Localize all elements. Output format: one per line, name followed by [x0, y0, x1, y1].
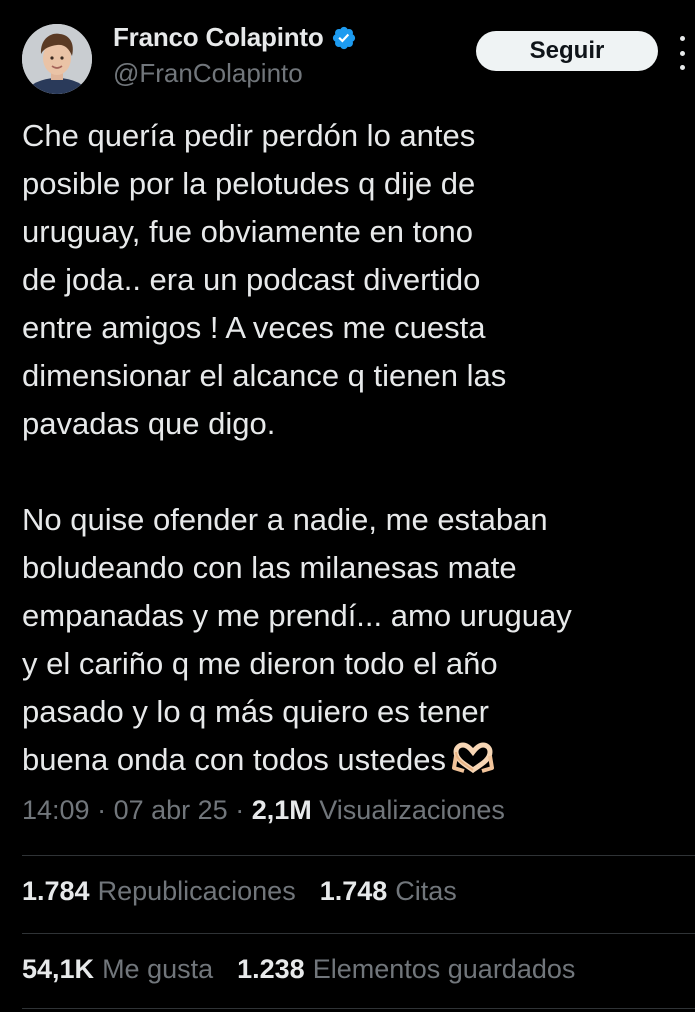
tweet-line: dimensionar el alcance q tienen las: [22, 358, 507, 393]
tweet-line: uruguay, fue obviamente en tono: [22, 214, 473, 249]
divider: [22, 855, 695, 856]
likes-stat[interactable]: 54,1K Me gusta: [22, 954, 213, 985]
follow-button[interactable]: Seguir: [476, 31, 658, 71]
tweet-line: entre amigos ! A veces me cuesta: [22, 310, 486, 345]
more-dot: [679, 65, 685, 70]
tweet-meta: 14:09 · 07 abr 25 · 2,1M Visualizaciones: [22, 795, 505, 826]
reposts-stat[interactable]: 1.784 Republicaciones: [22, 876, 296, 907]
bookmarks-label: Elementos guardados: [312, 954, 576, 984]
tweet-date[interactable]: 07 abr 25: [114, 795, 228, 825]
tweet-line: Che quería pedir perdón lo antes: [22, 118, 476, 153]
bookmarks-stat[interactable]: 1.238 Elementos guardados: [237, 954, 575, 985]
tweet-text: Che quería pedir perdón lo antes posible…: [22, 112, 687, 784]
meta-separator: ·: [97, 795, 107, 825]
tweet-line: y el cariño q me dieron todo el año: [22, 646, 498, 681]
tweet-line: buena onda con todos ustedes: [22, 742, 447, 777]
engagement-stats-row-1: 1.784 Republicaciones 1.748 Citas: [22, 876, 457, 907]
author-handle[interactable]: @FranColapinto: [113, 58, 303, 89]
avatar[interactable]: [22, 24, 92, 94]
engagement-stats-row-2: 54,1K Me gusta 1.238 Elementos guardados: [22, 954, 575, 985]
tweet-line: pasado y lo q más quiero es tener: [22, 694, 489, 729]
views-label: Visualizaciones: [319, 795, 505, 825]
divider: [22, 1008, 695, 1009]
tweet-line: No quise ofender a nadie, me estaban: [22, 502, 548, 537]
meta-separator: ·: [235, 795, 245, 825]
more-dot: [679, 50, 685, 56]
verified-badge-icon: [332, 26, 355, 49]
views-count: 2,1M: [251, 795, 312, 825]
tweet-line: pavadas que digo.: [22, 406, 276, 441]
tweet-line: posible por la pelotudes q dije de: [22, 166, 476, 201]
likes-label: Me gusta: [102, 954, 214, 984]
tweet-line: empanadas y me prendí... amo uruguay: [22, 598, 572, 633]
tweet-header: Franco Colapinto @FranColapinto Seguir: [0, 0, 695, 100]
author-display-name[interactable]: Franco Colapinto: [113, 22, 324, 53]
tweet-line: boludeando con las milanesas mate: [22, 550, 517, 585]
quotes-count: 1.748: [319, 876, 388, 906]
more-vertical-icon[interactable]: [677, 36, 687, 70]
reposts-label: Republicaciones: [97, 876, 296, 906]
heart-hands-icon: [452, 742, 495, 774]
more-dot: [679, 36, 685, 41]
author-name-row: Franco Colapinto: [113, 22, 357, 53]
tweet-time[interactable]: 14:09: [22, 795, 90, 825]
divider: [22, 933, 695, 934]
tweet-last-line: buena onda con todos ustedes: [22, 736, 687, 784]
tweet-line: de joda.. era un podcast divertido: [22, 262, 481, 297]
profile-photo-icon: [22, 24, 92, 94]
reposts-count: 1.784: [22, 876, 90, 906]
likes-count: 54,1K: [22, 954, 95, 984]
quotes-stat[interactable]: 1.748 Citas: [320, 876, 457, 907]
quotes-label: Citas: [395, 876, 457, 906]
bookmarks-count: 1.238: [237, 954, 305, 984]
